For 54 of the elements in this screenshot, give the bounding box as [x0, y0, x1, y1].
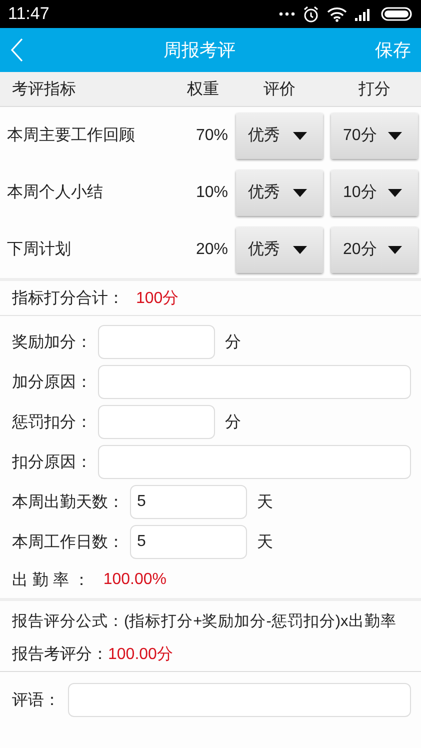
column-header: 权重	[186, 80, 220, 100]
dropdown-caret-icon	[293, 188, 307, 196]
status-time: 11:47	[8, 4, 50, 24]
dropdown-caret-icon	[388, 132, 402, 140]
page-title: 周报考评	[162, 39, 236, 62]
rating-dropdown[interactable]: 优秀	[236, 112, 323, 158]
report-score-value: 100.00分	[108, 644, 173, 664]
dropdown-caret-icon	[293, 246, 307, 254]
field-label: 奖励加分：	[12, 332, 92, 352]
dropdown-caret-icon	[293, 132, 307, 140]
input-field[interactable]	[98, 325, 215, 359]
column-header: 考评指标	[11, 80, 77, 100]
total-label: 指标打分合计：	[12, 288, 124, 308]
weight-value: 20%	[194, 240, 228, 258]
unit-label: 天	[257, 492, 273, 512]
total-value: 100分	[136, 288, 179, 308]
rating-dropdown[interactable]: 优秀	[236, 170, 323, 216]
field-label: 惩罚扣分：	[12, 412, 92, 432]
attendance-value: 100.00%	[103, 571, 167, 589]
score-dropdown[interactable]: 20分	[331, 226, 418, 272]
weight-value: 10%	[194, 184, 228, 202]
unit-label: 分	[225, 412, 241, 432]
alarm-icon	[303, 6, 319, 22]
indicator-name: 本周主要工作回顾	[7, 126, 136, 146]
back-icon[interactable]	[10, 38, 24, 62]
formula-text: 报告评分公式：(指标打分+奖励加分-惩罚扣分)x出勤率	[11, 612, 398, 632]
field-label: 本周出勤天数：	[12, 492, 124, 512]
input-field[interactable]	[98, 445, 411, 479]
dropdown-caret-icon	[388, 188, 402, 196]
wifi-icon	[327, 6, 347, 22]
comment-label: 评语：	[12, 690, 60, 710]
comment-field[interactable]	[68, 683, 411, 717]
indicator-name: 本周个人小结	[7, 182, 104, 203]
input-field[interactable]	[98, 365, 411, 399]
battery-icon	[381, 7, 413, 21]
score-dropdown[interactable]: 70分	[331, 112, 418, 158]
unit-label: 天	[257, 532, 273, 552]
more-icon	[279, 12, 295, 16]
input-field[interactable]: 5	[130, 485, 247, 519]
indicator-name: 下周计划	[7, 240, 72, 260]
input-field[interactable]: 5	[130, 525, 247, 559]
input-field[interactable]	[98, 405, 215, 439]
field-label: 本周工作日数：	[12, 532, 124, 552]
field-label: 扣分原因：	[12, 452, 92, 472]
dropdown-caret-icon	[388, 246, 402, 254]
unit-label: 分	[225, 332, 241, 352]
report-score-label: 报告考评分：	[12, 644, 108, 664]
column-header: 打分	[358, 80, 392, 100]
attendance-label: 出 勤 率 ：	[12, 570, 90, 590]
weight-value: 70%	[194, 126, 228, 144]
field-label: 加分原因：	[12, 372, 92, 392]
rating-dropdown[interactable]: 优秀	[236, 226, 323, 272]
column-header: 评价	[262, 80, 296, 100]
score-dropdown[interactable]: 10分	[331, 170, 418, 216]
